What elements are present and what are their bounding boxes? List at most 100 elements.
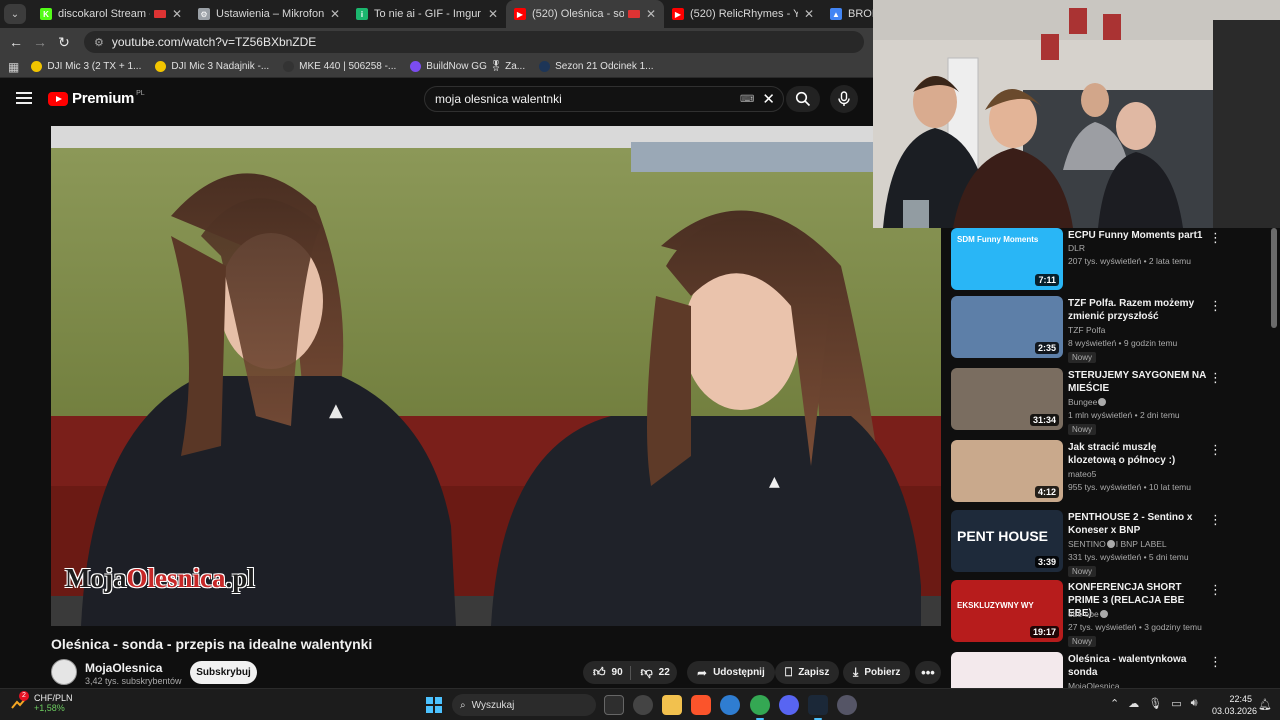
recommended-video-title[interactable]: Oleśnica - walentynkowa sonda: [1068, 653, 1206, 679]
task-view-icon[interactable]: [604, 695, 624, 715]
video-player[interactable]: ▲ ▲ MojaOlesnica.pl: [51, 126, 941, 626]
tray-overflow-icon[interactable]: ⌃: [1110, 697, 1119, 710]
recommended-video[interactable]: 4:12 Jak stracić muszlę klozetową o półno…: [951, 440, 1271, 508]
close-tab-icon[interactable]: ✕: [488, 7, 498, 21]
channel-name[interactable]: MojaOlesnica: [85, 661, 162, 675]
youtube-premium-logo[interactable]: Premium PL: [48, 90, 145, 107]
recommended-channel[interactable]: Bungee: [1068, 397, 1107, 407]
reload-icon[interactable]: ↻: [52, 34, 76, 51]
mic-tray-icon[interactable]: 🎙︎: [1148, 697, 1162, 710]
browser-tab[interactable]: ▶ (520) Oleśnica - sonda - pr ✕: [506, 0, 664, 28]
recommended-video-title[interactable]: Jak stracić muszlę klozetową o północy :…: [1068, 441, 1206, 467]
video-options-icon[interactable]: ⋮: [1209, 230, 1222, 246]
bookmark-item[interactable]: MKE 440 | 506258 -...: [283, 61, 396, 72]
discord-icon[interactable]: [779, 695, 799, 715]
browser-tab[interactable]: ▶ (520) RelicRhymes - YouTube ✕: [664, 0, 822, 28]
settings-icon[interactable]: [837, 695, 857, 715]
close-tab-icon[interactable]: ✕: [804, 7, 814, 21]
site-info-icon[interactable]: ⚙: [94, 36, 104, 49]
recommended-channel[interactable]: DLR: [1068, 243, 1085, 253]
recommended-video[interactable]: PENT HOUSE 3:39 PENTHOUSE 2 - Sentino x Ko…: [951, 510, 1271, 578]
taskbar-clock[interactable]: 22:45 03.03.2026: [1212, 693, 1257, 717]
back-icon[interactable]: ←: [4, 34, 28, 50]
video-options-icon[interactable]: ⋮: [1209, 654, 1222, 670]
video-thumbnail[interactable]: 31:34: [951, 368, 1063, 430]
dislike-button[interactable]: 👎︎ 22: [630, 665, 677, 680]
more-actions-button[interactable]: •••: [915, 661, 941, 684]
notification-icon[interactable]: 🔔︎: [1258, 698, 1272, 711]
bookmark-item[interactable]: Sezon 21 Odcinek 1...: [539, 61, 654, 72]
volume-icon[interactable]: 🔊︎: [1191, 697, 1198, 710]
obs-icon[interactable]: [633, 695, 653, 715]
recommended-channel[interactable]: SENTINO I BNP LABEL: [1068, 539, 1167, 549]
channel-avatar[interactable]: [51, 659, 77, 685]
recommended-video[interactable]: 2:35 TZF Polfa. Razem możemy zmienić przy…: [951, 296, 1271, 364]
video-options-icon[interactable]: ⋮: [1209, 298, 1222, 314]
tab-search-button[interactable]: ⌄: [4, 4, 26, 24]
close-tab-icon[interactable]: ✕: [330, 7, 340, 21]
recommended-channel[interactable]: mateo5: [1068, 469, 1096, 479]
taskbar-search-box[interactable]: ⌕ Wyszukaj: [452, 694, 596, 716]
bookmark-list: DJI Mic 3 (2 TX + 1... DJI Mic 3 Nadajnik…: [31, 61, 667, 72]
close-tab-icon[interactable]: ✕: [646, 7, 656, 21]
sidebar-scrollbar[interactable]: [1271, 228, 1277, 328]
search-button[interactable]: [786, 86, 820, 112]
recommended-video-title[interactable]: STERUJEMY SAYGONEM NA MIEŚCIE: [1068, 369, 1206, 395]
video-thumbnail[interactable]: SDM Funny Moments 7:11: [951, 228, 1063, 290]
download-button[interactable]: ⤓ Pobierz: [843, 661, 911, 684]
close-tab-icon[interactable]: ✕: [172, 7, 182, 21]
recommended-video-title[interactable]: TZF Polfa. Razem możemy zmienić przyszło…: [1068, 297, 1206, 323]
recommended-video-title[interactable]: ECPU Funny Moments part1: [1068, 229, 1206, 242]
voice-search-button[interactable]: [830, 85, 858, 113]
video-thumbnail[interactable]: PENT HOUSE 3:39: [951, 510, 1063, 572]
video-options-icon[interactable]: ⋮: [1209, 370, 1222, 386]
menu-icon[interactable]: [16, 92, 32, 104]
thumbnail-text: SDM Funny Moments: [957, 235, 1039, 244]
recommended-channel[interactable]: TZF Polfa: [1068, 325, 1105, 335]
share-button[interactable]: ➦ Udostępnij: [687, 661, 775, 684]
tab-favicon-icon: i: [356, 8, 368, 20]
video-thumbnail[interactable]: [951, 652, 1063, 688]
steam-icon[interactable]: [808, 695, 828, 720]
file-explorer-icon[interactable]: [662, 695, 682, 715]
recommended-video-title[interactable]: PENTHOUSE 2 - Sentino x Koneser x BNP: [1068, 511, 1206, 537]
video-options-icon[interactable]: ⋮: [1209, 442, 1222, 458]
bookmark-item[interactable]: BuildNow GG 🎖 Za...: [410, 61, 525, 72]
browser-tab[interactable]: ⚙ Ustawienia – Mikrofon ✕: [190, 0, 348, 28]
recommended-video[interactable]: SDM Funny Moments 7:11 ECPU Funny Moments …: [951, 228, 1271, 296]
recommended-channel[interactable]: ebe ebe: [1068, 609, 1109, 619]
browser-tab[interactable]: Kdiscokarol Stream - Watch ✕: [32, 0, 190, 28]
subscribe-button[interactable]: Subskrybuj: [190, 661, 257, 684]
recommended-video[interactable]: EKSKLUZYWNY WY 19:17 KONFERENCJA SHORT PRI…: [951, 580, 1271, 648]
video-thumbnail[interactable]: EKSKLUZYWNY WY 19:17: [951, 580, 1063, 642]
brave-browser-icon[interactable]: [691, 695, 711, 715]
apps-grid-icon[interactable]: ▦: [8, 60, 19, 74]
chrome-icon[interactable]: [750, 695, 770, 720]
ticker-widget[interactable]: 2 CHF/PLN +1,58%: [10, 691, 73, 713]
video-options-icon[interactable]: ⋮: [1209, 512, 1222, 528]
windows-start-icon[interactable]: [426, 697, 442, 713]
video-thumbnail[interactable]: 2:35: [951, 296, 1063, 358]
recommended-video[interactable]: 31:34 STERUJEMY SAYGONEM NA MIEŚCIE Bungee…: [951, 368, 1271, 436]
network-icon[interactable]: ☁: [1128, 697, 1139, 710]
ticker-icon: 2: [10, 691, 29, 712]
recommended-video[interactable]: Oleśnica - walentynkowa sonda MojaOlesnic…: [951, 652, 1271, 688]
recommended-stats: 1 mln wyświetleń • 2 dni temu: [1068, 410, 1180, 420]
app-c-icon[interactable]: [720, 695, 740, 715]
clear-search-icon[interactable]: ✕: [762, 90, 775, 108]
video-thumbnail[interactable]: 4:12: [951, 440, 1063, 502]
url-bar[interactable]: ⚙ youtube.com/watch?v=TZ56BXbnZDE: [84, 31, 864, 53]
search-input[interactable]: moja olesnica walentnki ⌨ ✕: [424, 86, 784, 112]
forward-icon[interactable]: →: [28, 34, 52, 50]
save-button[interactable]: ⎕ Zapisz: [775, 661, 840, 684]
display-icon[interactable]: ▭: [1171, 697, 1181, 710]
browser-tab[interactable]: i To nie ai - GIF - Imgur ✕: [348, 0, 506, 28]
video-options-icon[interactable]: ⋮: [1209, 582, 1222, 598]
recommended-channel[interactable]: MojaOlesnica: [1068, 681, 1120, 688]
video-duration: 31:34: [1029, 414, 1059, 426]
bookmark-item[interactable]: DJI Mic 3 (2 TX + 1...: [31, 61, 141, 72]
bookmark-label: DJI Mic 3 Nadajnik -...: [171, 61, 270, 72]
keyboard-icon[interactable]: ⌨: [740, 94, 754, 105]
bookmark-item[interactable]: DJI Mic 3 Nadajnik -...: [155, 61, 269, 72]
like-button[interactable]: 👍︎ 90: [583, 665, 630, 680]
